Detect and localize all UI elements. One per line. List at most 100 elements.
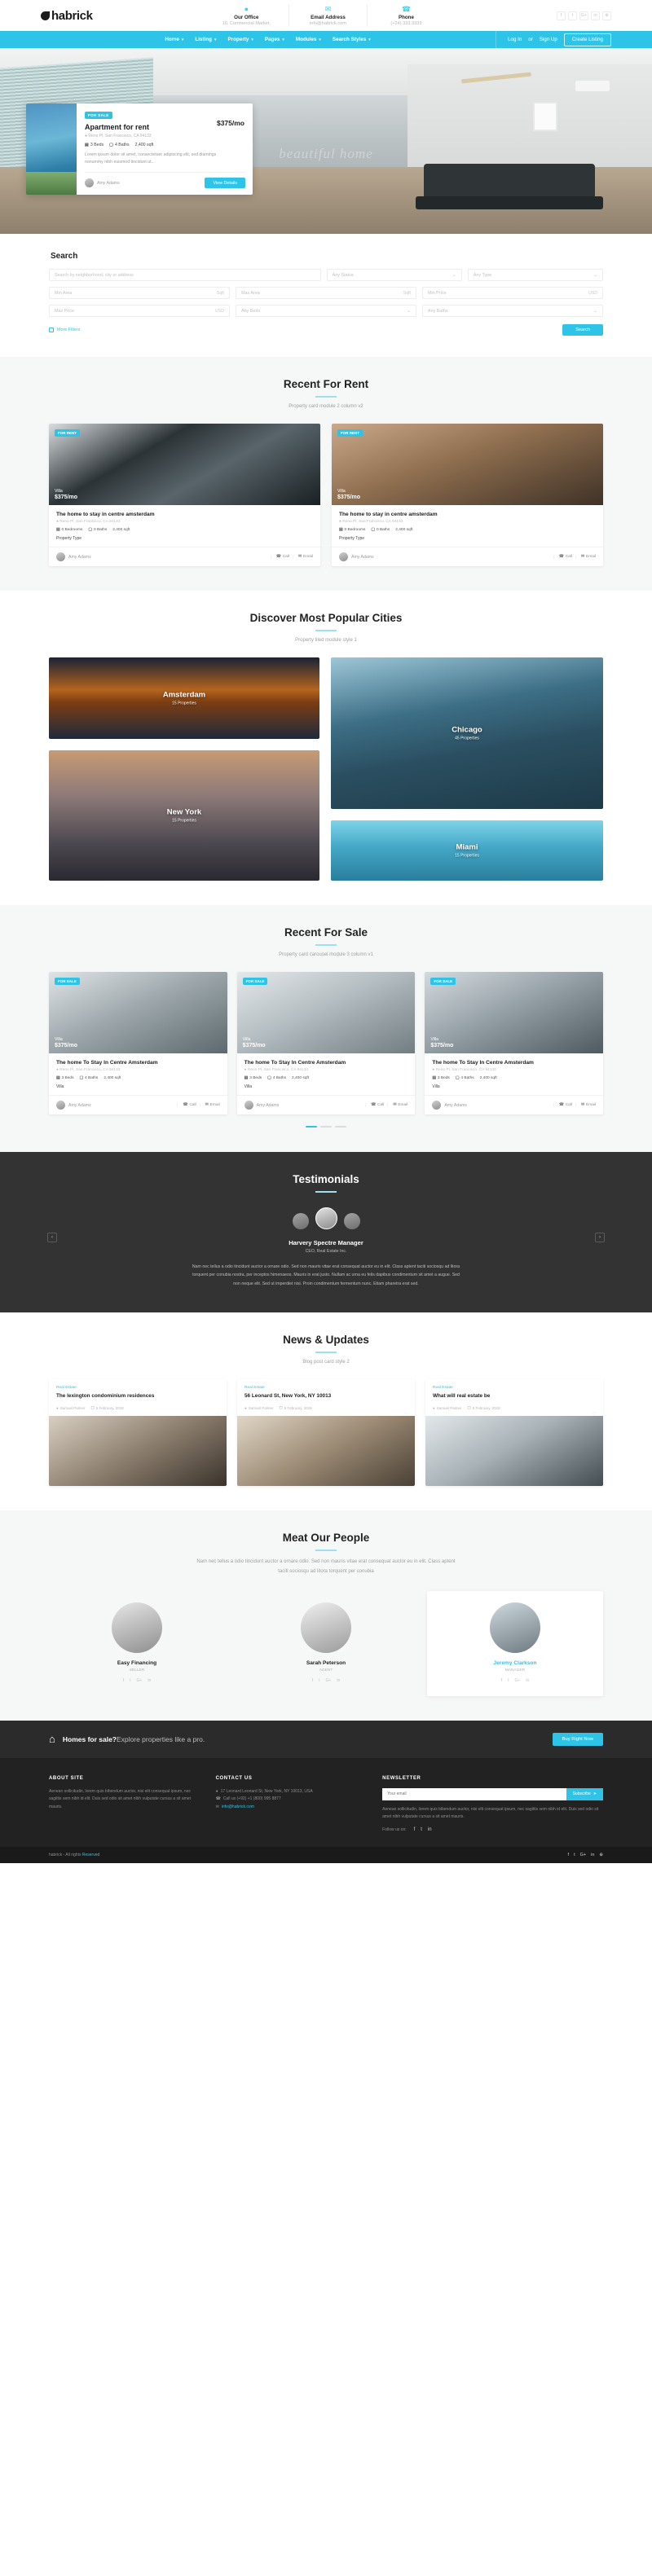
email-button[interactable]: ✉ Email bbox=[387, 1103, 408, 1107]
view-details-button[interactable]: View Details bbox=[205, 178, 245, 189]
news-card[interactable]: Real Estate What will real estate be ● Sa… bbox=[425, 1379, 603, 1487]
property-card[interactable]: FOR SALE Villa $375/mo The home To Stay … bbox=[425, 972, 604, 1114]
beds-select[interactable]: Any Beds bbox=[236, 305, 416, 317]
email-button[interactable]: ✉ Email bbox=[292, 555, 313, 559]
city-tile-new-york[interactable]: New York 15 Properties bbox=[49, 750, 319, 881]
globe-icon[interactable]: ⊕ bbox=[599, 1853, 603, 1857]
nav-item-property[interactable]: Property ▼ bbox=[227, 37, 253, 42]
property-card[interactable]: FOR SALE Villa $375/mo The home To Stay … bbox=[49, 972, 227, 1114]
bed-icon: ▤ bbox=[244, 1076, 249, 1080]
linkedin-icon[interactable]: in bbox=[428, 1827, 432, 1832]
news-category[interactable]: Real Estate bbox=[433, 1386, 596, 1390]
site-logo[interactable]: habrick bbox=[41, 9, 93, 23]
bed-icon: ▤ bbox=[339, 528, 343, 532]
bath-icon: ▢ bbox=[88, 528, 92, 532]
city-tile-chicago[interactable]: Chicago 45 Properties bbox=[331, 657, 603, 809]
carousel-dot-3[interactable] bbox=[335, 1126, 346, 1128]
more-filters-toggle[interactable]: More Filters bbox=[49, 327, 80, 332]
facebook-icon[interactable]: f bbox=[557, 11, 566, 20]
team-member-card-active[interactable]: Jeremy Clarkson MANAGER f t G+ in bbox=[427, 1590, 603, 1696]
create-listing-button[interactable]: Create Listing bbox=[563, 33, 611, 46]
search-submit-button[interactable]: Search bbox=[562, 324, 603, 336]
signup-link[interactable]: Sign Up bbox=[540, 37, 557, 42]
max-area-input[interactable]: Max Area Sqft bbox=[236, 287, 416, 299]
nav-item-search-styles[interactable]: Search Styles ▼ bbox=[333, 37, 372, 42]
max-price-input[interactable]: Max Price USD bbox=[49, 305, 230, 317]
facebook-icon[interactable]: f bbox=[312, 1678, 313, 1683]
newsletter-email-input[interactable] bbox=[382, 1787, 566, 1800]
email-button[interactable]: ✉ Email bbox=[199, 1103, 220, 1107]
call-label: Call bbox=[377, 1103, 385, 1107]
member-name: Easy Financing bbox=[117, 1659, 157, 1666]
googleplus-icon[interactable]: G+ bbox=[580, 1853, 587, 1857]
nav-item-modules[interactable]: Modules ▼ bbox=[296, 37, 322, 42]
hero-property-card[interactable]: FOR SALE $375/mo Apartment for rent ● Re… bbox=[26, 103, 253, 196]
call-button[interactable]: ☎ Call bbox=[365, 1103, 384, 1107]
news-category[interactable]: Real Estate bbox=[56, 1386, 219, 1390]
avatar[interactable] bbox=[343, 1213, 360, 1229]
property-card[interactable]: FOR RENT Villa $375/mo The home to stay … bbox=[49, 424, 320, 566]
address-text: Reno Pl, San Francisco, CA 94133 bbox=[59, 520, 121, 524]
team-member-card[interactable]: Sarah Peterson AGENT f t G+ in bbox=[238, 1591, 414, 1696]
twitter-icon[interactable]: t bbox=[568, 11, 577, 20]
call-button[interactable]: ☎ Call bbox=[270, 555, 289, 559]
nav-item-pages[interactable]: Pages ▼ bbox=[265, 37, 285, 42]
googleplus-icon[interactable]: G+ bbox=[137, 1678, 143, 1683]
googleplus-icon[interactable]: G+ bbox=[326, 1678, 332, 1683]
twitter-icon[interactable]: t bbox=[508, 1678, 509, 1683]
cta-button[interactable]: Buy Right Now bbox=[552, 1732, 603, 1746]
heart-icon[interactable]: ♡ bbox=[593, 1412, 597, 1418]
beds-value: 0 Bedrooms bbox=[61, 528, 83, 532]
login-link[interactable]: Log In bbox=[508, 37, 522, 42]
globe-icon[interactable]: ⊕ bbox=[602, 11, 611, 20]
min-price-input[interactable]: Min Price USD bbox=[422, 287, 603, 299]
carousel-dot-2[interactable] bbox=[320, 1126, 332, 1128]
team-member-card[interactable]: Easy Financing SELLER f t G+ in bbox=[49, 1591, 225, 1696]
newsletter-subscribe-button[interactable]: Subscribe ➤ bbox=[566, 1787, 604, 1800]
news-category[interactable]: Real Estate bbox=[244, 1386, 408, 1390]
call-button[interactable]: ☎ Call bbox=[553, 1103, 572, 1107]
property-card[interactable]: FOR RENT Villa $375/mo The home to stay … bbox=[332, 424, 603, 566]
googleplus-icon[interactable]: G+ bbox=[515, 1678, 521, 1683]
city-tile-miami[interactable]: Miami 15 Properties bbox=[331, 820, 603, 881]
reserved-link[interactable]: Reserved bbox=[82, 1853, 99, 1857]
carousel-dot-1[interactable] bbox=[306, 1126, 317, 1128]
facebook-icon[interactable]: f bbox=[414, 1827, 416, 1832]
carousel-dots bbox=[49, 1126, 603, 1128]
phone-text[interactable]: Call us (+92) +1 (800) 995 8877 bbox=[223, 1796, 281, 1804]
twitter-icon[interactable]: t bbox=[574, 1853, 575, 1857]
call-button[interactable]: ☎ Call bbox=[553, 555, 572, 559]
nav-item-home[interactable]: Home ▼ bbox=[165, 37, 184, 42]
testimonial-prev-button[interactable]: ‹ bbox=[47, 1232, 57, 1242]
facebook-icon[interactable]: f bbox=[568, 1853, 570, 1857]
news-card[interactable]: Real Estate The lexington condominium re… bbox=[49, 1379, 227, 1487]
facebook-icon[interactable]: f bbox=[123, 1678, 124, 1683]
testimonial-next-button[interactable]: › bbox=[595, 1232, 605, 1242]
nav-item-listing[interactable]: Listing ▼ bbox=[195, 37, 217, 42]
email-button[interactable]: ✉ Email bbox=[575, 1103, 596, 1107]
member-name: Jeremy Clarkson bbox=[493, 1659, 537, 1666]
linkedin-icon[interactable]: in bbox=[526, 1678, 529, 1683]
linkedin-icon[interactable]: in bbox=[591, 1853, 594, 1857]
avatar[interactable] bbox=[292, 1213, 309, 1229]
email-link[interactable]: info@habrick.com bbox=[222, 1804, 254, 1812]
heart-icon[interactable]: ♡ bbox=[404, 1412, 408, 1418]
news-card[interactable]: Real Estate 56 Leonard St, New York, NY … bbox=[237, 1379, 415, 1487]
call-button[interactable]: ☎ Call bbox=[177, 1103, 196, 1107]
city-tile-amsterdam[interactable]: Amsterdam 15 Properties bbox=[49, 657, 319, 739]
property-card[interactable]: FOR SALE Villa $375/mo The home To Stay … bbox=[236, 972, 416, 1114]
linkedin-icon[interactable]: in bbox=[591, 11, 600, 20]
baths-select[interactable]: Any Baths bbox=[422, 305, 603, 317]
search-type-select[interactable]: Any Type bbox=[467, 269, 603, 281]
search-keyword-input[interactable]: Search by neighborhood, city or address bbox=[49, 269, 321, 281]
heart-icon[interactable]: ♡ bbox=[216, 1412, 220, 1418]
avatar-active[interactable] bbox=[315, 1207, 337, 1229]
googleplus-icon[interactable]: G+ bbox=[579, 11, 588, 20]
facebook-icon[interactable]: f bbox=[501, 1678, 502, 1683]
linkedin-icon[interactable]: in bbox=[337, 1678, 340, 1683]
twitter-icon[interactable]: t bbox=[421, 1827, 422, 1832]
email-button[interactable]: ✉ Email bbox=[575, 555, 596, 559]
search-status-select[interactable]: Any Status bbox=[326, 269, 462, 281]
min-area-input[interactable]: Min Area Sqft bbox=[49, 287, 230, 299]
linkedin-icon[interactable]: in bbox=[148, 1678, 151, 1683]
